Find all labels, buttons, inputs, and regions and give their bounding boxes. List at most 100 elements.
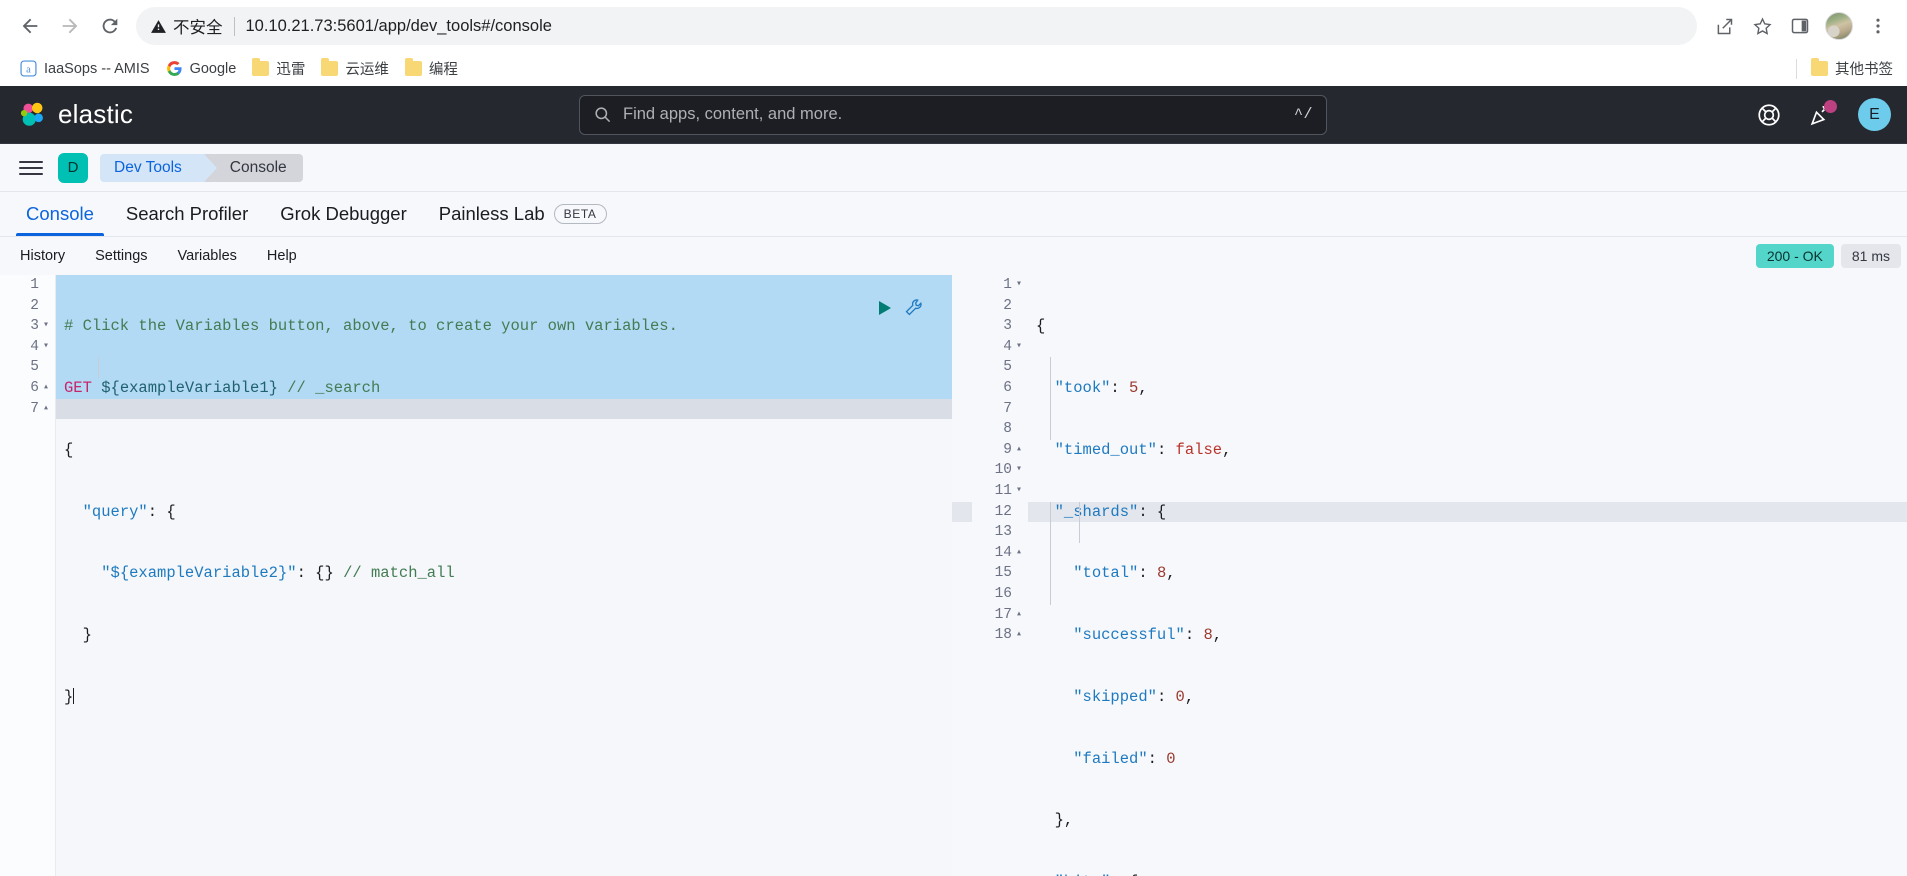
side-panel-icon: [1791, 18, 1809, 34]
amis-favicon: a: [20, 60, 37, 77]
bookmark-folder-biancheng[interactable]: 编程: [397, 54, 466, 83]
fold-toggle[interactable]: ▴: [40, 378, 52, 399]
bookmark-folder-yunyunwei[interactable]: 云运维: [313, 54, 397, 83]
reload-button[interactable]: [90, 6, 130, 46]
fold-toggle[interactable]: ▾: [1013, 481, 1025, 502]
other-bookmarks-label: 其他书签: [1835, 62, 1893, 78]
fold-toggle[interactable]: ▾: [1013, 275, 1025, 296]
menu-label: Variables: [177, 248, 237, 264]
play-request-icon[interactable]: [879, 300, 891, 315]
tab-console[interactable]: Console: [16, 192, 104, 236]
reload-icon: [102, 18, 118, 34]
user-avatar[interactable]: E: [1858, 98, 1891, 131]
fold-toggle[interactable]: ▾: [40, 316, 52, 337]
fold-toggle[interactable]: ▴: [1013, 543, 1025, 564]
whats-new-button[interactable]: [1806, 99, 1837, 130]
request-editor[interactable]: 1 2 3 ▾ 4 ▾ 5 6 ▴ 7 ▴ # Click the Variab…: [0, 275, 952, 876]
elastic-logo-link[interactable]: elastic: [18, 99, 133, 130]
request-code[interactable]: # Click the Variables button, above, to …: [56, 275, 952, 876]
hamburger-line: [19, 172, 43, 175]
console-menu-history[interactable]: History: [16, 245, 69, 267]
chrome-menu-icon: [1876, 18, 1880, 34]
code-line: "failed": 0: [1073, 749, 1176, 768]
tab-grok-debugger[interactable]: Grok Debugger: [270, 192, 416, 236]
app-badge[interactable]: D: [58, 152, 88, 183]
bookmark-folder-xunlei[interactable]: 迅雷: [244, 54, 313, 83]
svg-text:a: a: [26, 64, 31, 75]
fold-toggle[interactable]: ▴: [1013, 605, 1025, 626]
line-number-value: 17: [994, 606, 1012, 623]
line-number-value: 11: [994, 482, 1012, 499]
wrench-icon[interactable]: [903, 297, 924, 318]
fold-toggle[interactable]: ▴: [40, 399, 52, 420]
global-search-input[interactable]: Find apps, content, and more. ^/: [579, 94, 1327, 135]
menu-label: Help: [266, 248, 297, 264]
arrow-left-icon: [22, 18, 38, 34]
global-search-shortcut: ^/: [1293, 106, 1313, 123]
share-button[interactable]: [1705, 7, 1743, 45]
line-number-value: 15: [994, 565, 1012, 582]
indent-guide: [1050, 501, 1051, 605]
bookmarks-divider: [1796, 58, 1797, 79]
breadcrumb-item-dev-tools[interactable]: Dev Tools: [100, 153, 217, 182]
line-number-value: 12: [994, 503, 1012, 520]
user-initial: E: [1869, 105, 1880, 123]
bookmark-button[interactable]: [1743, 7, 1781, 45]
google-favicon: [166, 61, 182, 76]
folder-icon: [321, 58, 339, 76]
hamburger-menu-icon[interactable]: [16, 153, 46, 183]
chrome-menu-button[interactable]: [1859, 7, 1897, 45]
url-text[interactable]: 10.10.21.73:5601/app/dev_tools#/console: [246, 17, 552, 36]
breadcrumb-item-console[interactable]: Console: [203, 153, 303, 182]
tab-label: Grok Debugger: [280, 203, 407, 224]
tab-search-profiler[interactable]: Search Profiler: [116, 192, 258, 236]
fold-toggle[interactable]: ▴: [1013, 625, 1025, 646]
code-line: {: [64, 440, 74, 459]
bookmark-iaasops[interactable]: a IaaSops -- AMIS: [12, 56, 158, 81]
tab-painless-lab[interactable]: Painless Lab BETA: [429, 192, 617, 236]
code-line: "${exampleVariable2}": {} // match_all: [101, 564, 455, 583]
line-number: 3 ▾: [0, 316, 55, 337]
hamburger-line: [19, 166, 43, 169]
console-menu-variables[interactable]: Variables: [174, 245, 241, 267]
help-menu-button[interactable]: [1754, 100, 1784, 130]
back-button[interactable]: [10, 6, 50, 46]
console-menu-help[interactable]: Help: [263, 245, 301, 267]
line-number: 7 ▴: [0, 399, 55, 420]
console-editor-area: 1 2 3 ▾ 4 ▾ 5 6 ▴ 7 ▴ # Click the Variab…: [0, 275, 1907, 876]
warning-triangle-icon: [151, 19, 166, 33]
line-number-value: 2: [1003, 297, 1012, 314]
code-line: }: [64, 626, 92, 645]
fold-toggle[interactable]: ▾: [1013, 460, 1025, 481]
console-menu-settings[interactable]: Settings: [91, 245, 151, 267]
browser-action-icons: [1705, 7, 1897, 45]
breadcrumb: Dev Tools Console: [100, 153, 303, 182]
profile-avatar[interactable]: [1825, 12, 1853, 40]
site-security-indicator[interactable]: 不安全: [150, 14, 223, 38]
line-number: 6: [972, 378, 1028, 399]
fold-toggle[interactable]: ▾: [40, 337, 52, 358]
fold-toggle[interactable]: ▴: [1013, 440, 1025, 461]
response-code[interactable]: { "took": 5, "timed_out": false, "_shard…: [1028, 275, 1907, 876]
status-badge: 200 - OK: [1755, 244, 1834, 268]
response-gutter: 1 ▾ 2 3 4 ▾ 5 6 7 8 9 ▴ 10 ▾ 11 ▾ 12 13 14 ▴ 1…: [972, 275, 1028, 876]
line-number: 18 ▴: [972, 625, 1028, 646]
other-bookmarks-button[interactable]: 其他书签: [1803, 54, 1901, 83]
fold-toggle[interactable]: ▾: [1013, 337, 1025, 358]
line-number: 14 ▴: [972, 543, 1028, 564]
forward-button[interactable]: [50, 6, 90, 46]
bookmark-google[interactable]: Google: [158, 56, 245, 81]
side-panel-button[interactable]: [1781, 7, 1819, 45]
code-line: "took": 5,: [1054, 378, 1148, 397]
response-viewer[interactable]: 1 ▾ 2 3 4 ▾ 5 6 7 8 9 ▴ 10 ▾ 11 ▾ 12 13 14 ▴ 1…: [952, 275, 1907, 876]
line-number-value: 9: [1003, 441, 1012, 458]
line-number: 3: [972, 316, 1028, 337]
bookmark-label: IaaSops -- AMIS: [44, 60, 150, 77]
line-number: 9 ▴: [972, 440, 1028, 461]
line-number-value: 14: [994, 544, 1012, 561]
request-gutter[interactable]: 1 2 3 ▾ 4 ▾ 5 6 ▴ 7 ▴: [0, 275, 56, 876]
indent-guide: [98, 357, 99, 378]
line-number-value: 4: [30, 338, 39, 355]
address-bar[interactable]: 不安全 10.10.21.73:5601/app/dev_tools#/cons…: [136, 7, 1697, 45]
response-time-badge: 81 ms: [1840, 244, 1901, 268]
